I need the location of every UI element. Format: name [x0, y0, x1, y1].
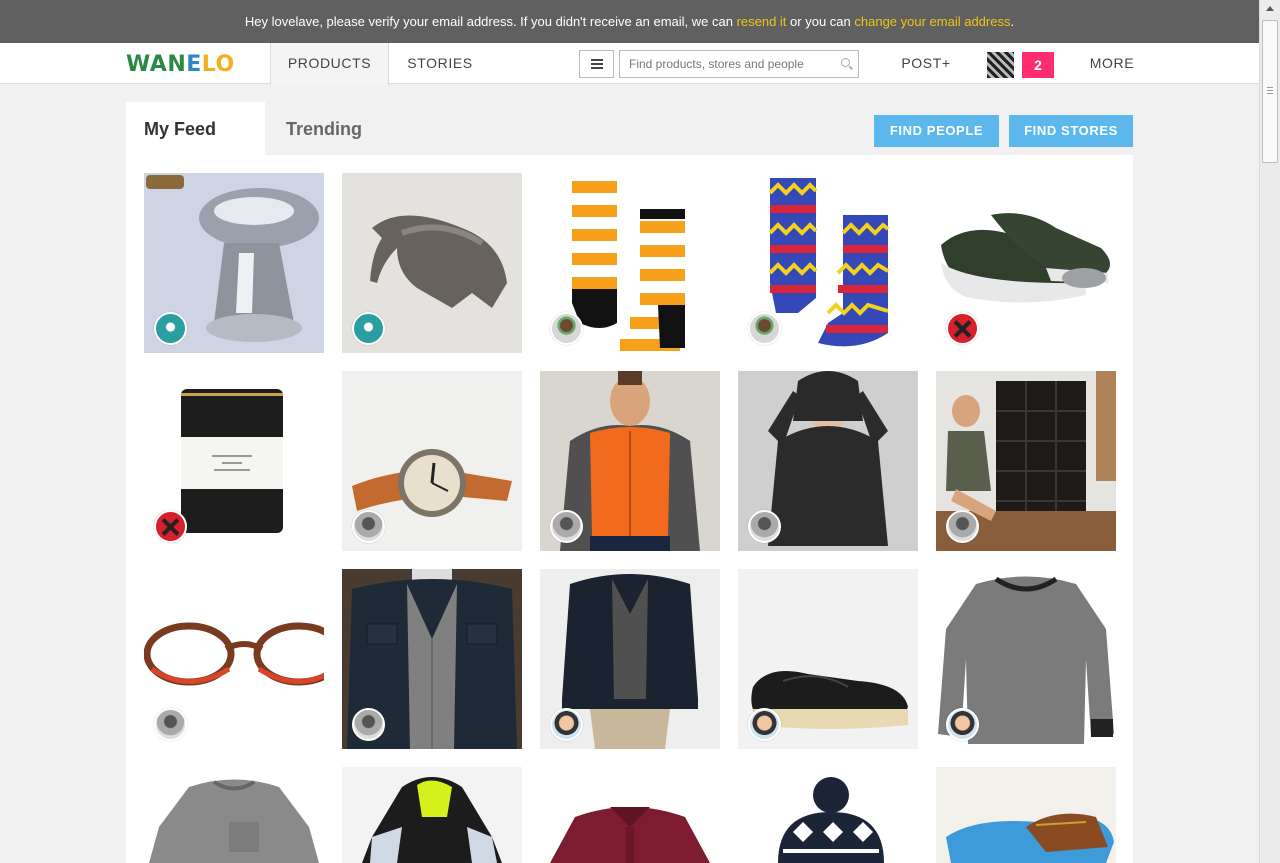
saver-avatar[interactable]	[154, 510, 187, 543]
product-tile[interactable]	[342, 173, 522, 353]
product-tile[interactable]	[540, 371, 720, 551]
find-stores-button[interactable]: FIND STORES	[1009, 115, 1133, 147]
product-tile[interactable]	[144, 173, 324, 353]
resend-email-link[interactable]: resend it	[737, 14, 787, 29]
saver-avatar[interactable]	[550, 312, 583, 345]
banner-text-middle: or you can	[786, 14, 855, 29]
product-tile[interactable]	[936, 569, 1116, 749]
tab-trending[interactable]: Trending	[286, 102, 362, 155]
tab-products[interactable]: PRODUCTS	[270, 43, 389, 85]
product-tile[interactable]	[540, 767, 720, 863]
post-button[interactable]: POST+	[898, 43, 954, 84]
banner-text-end: .	[1010, 14, 1015, 29]
product-tile[interactable]	[540, 569, 720, 749]
logo-letter: N	[167, 52, 187, 77]
product-tile[interactable]	[738, 173, 918, 353]
product-feed-panel	[126, 155, 1133, 863]
saver-avatar[interactable]	[352, 510, 385, 543]
tab-stories[interactable]: STORIES	[394, 43, 486, 84]
tab-my-feed[interactable]: My Feed	[126, 102, 265, 155]
saver-avatar[interactable]	[154, 312, 187, 345]
saver-avatar[interactable]	[748, 708, 781, 741]
banner-text: Hey lovelave, please verify your email a…	[244, 14, 737, 29]
page-scrollbar[interactable]	[1259, 0, 1280, 863]
search-box	[619, 50, 859, 78]
product-image	[144, 767, 324, 863]
saver-avatar[interactable]	[352, 312, 385, 345]
product-tile[interactable]	[738, 569, 918, 749]
product-tile[interactable]	[540, 173, 720, 353]
change-email-link[interactable]: change your email address	[854, 14, 1010, 29]
saver-avatar[interactable]	[550, 510, 583, 543]
notification-count-badge[interactable]: 2	[1022, 52, 1054, 78]
find-people-button[interactable]: FIND PEOPLE	[874, 115, 999, 147]
user-avatar[interactable]	[987, 52, 1014, 78]
logo-letter: O	[215, 52, 235, 77]
product-tile[interactable]	[936, 767, 1116, 863]
product-tile[interactable]	[738, 371, 918, 551]
saver-avatar[interactable]	[748, 312, 781, 345]
logo-letter: W	[126, 52, 150, 77]
product-image	[936, 767, 1116, 863]
saver-avatar[interactable]	[946, 708, 979, 741]
product-tile[interactable]	[342, 569, 522, 749]
saver-avatar[interactable]	[946, 312, 979, 345]
scroll-up-arrow-icon[interactable]	[1266, 6, 1274, 11]
saver-avatar[interactable]	[352, 708, 385, 741]
logo-letter: A	[149, 52, 168, 77]
product-tile[interactable]	[144, 569, 324, 749]
search-icon[interactable]	[841, 58, 850, 67]
product-tile[interactable]	[936, 371, 1116, 551]
menu-button[interactable]	[579, 50, 614, 78]
scrollbar-thumb[interactable]	[1262, 20, 1278, 163]
saver-avatar[interactable]	[550, 708, 583, 741]
product-image	[540, 767, 720, 863]
search-input[interactable]	[620, 51, 820, 77]
logo-letter: E	[186, 52, 202, 77]
product-tile[interactable]	[738, 767, 918, 863]
wanelo-logo[interactable]: WANELO	[126, 52, 235, 77]
email-verification-banner: Hey lovelave, please verify your email a…	[0, 0, 1259, 43]
product-image	[738, 767, 918, 863]
product-tile[interactable]	[144, 767, 324, 863]
product-tile[interactable]	[936, 173, 1116, 353]
product-tile[interactable]	[342, 767, 522, 863]
saver-avatar[interactable]	[748, 510, 781, 543]
product-tile[interactable]	[144, 371, 324, 551]
more-menu[interactable]: MORE	[1086, 43, 1138, 84]
product-tile[interactable]	[342, 371, 522, 551]
product-image	[342, 767, 522, 863]
saver-avatar[interactable]	[154, 708, 187, 741]
logo-letter: L	[201, 52, 216, 77]
saver-avatar[interactable]	[946, 510, 979, 543]
top-navigation: WANELO PRODUCTS STORIES POST+ 2 MORE	[0, 43, 1259, 85]
